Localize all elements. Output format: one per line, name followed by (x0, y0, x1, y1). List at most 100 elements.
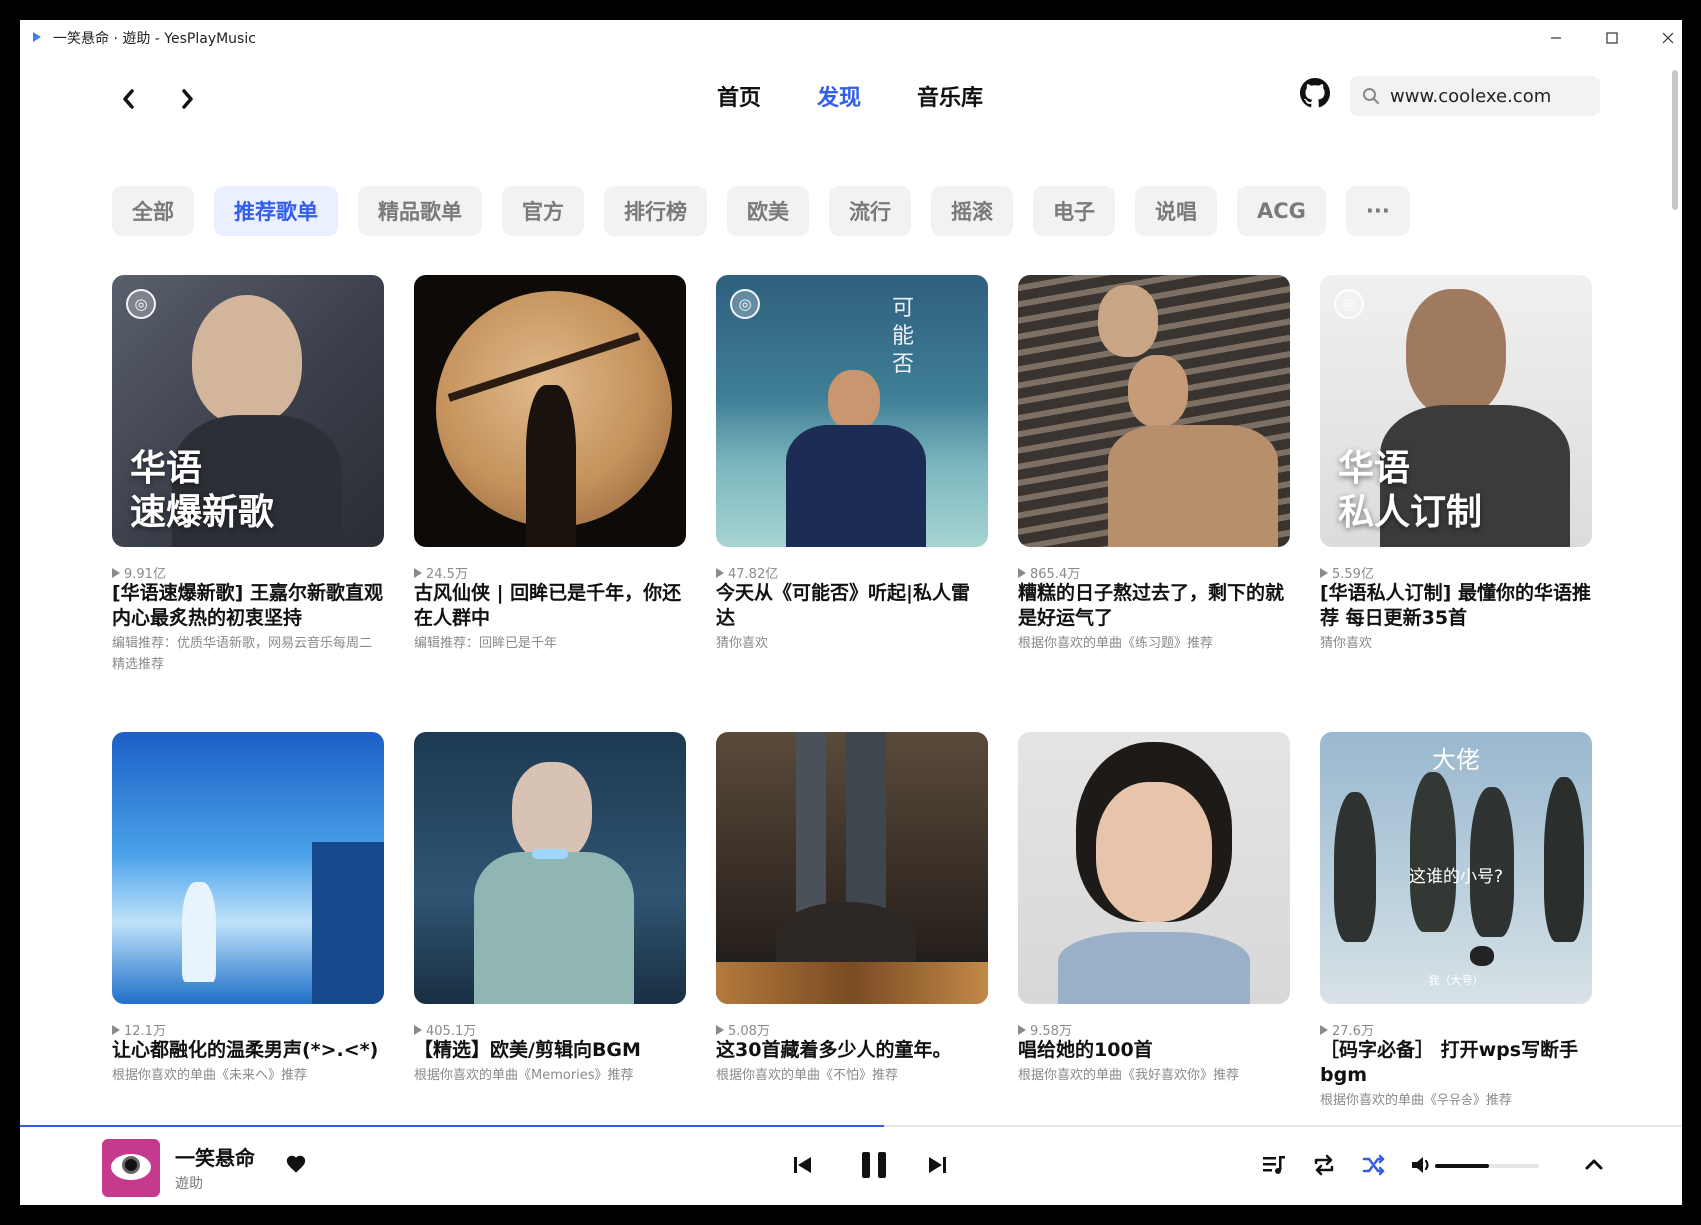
category-premium[interactable]: 精品歌单 (358, 186, 482, 236)
playlist-subtitle: 猜你喜欢 (1320, 636, 1373, 651)
category-rock[interactable]: 摇滚 (931, 186, 1013, 236)
cover-face (1098, 285, 1158, 357)
playlist-title[interactable]: 唱给她的100首 (1018, 1038, 1290, 1063)
play-count-icon (112, 568, 120, 578)
playlist-subtitle: 编辑推荐：回眸已是千年 (414, 636, 558, 651)
playlist-cover[interactable] (414, 275, 686, 547)
github-icon[interactable] (1300, 78, 1330, 108)
scrollbar-thumb[interactable] (1672, 70, 1678, 210)
player-bar: 一笑悬命 遊助 (20, 1127, 1682, 1205)
playlist-card[interactable]: 9.58万 唱给她的100首 根据你喜欢的单曲《我好喜欢你》推荐 (1018, 732, 1290, 1086)
cover-body (1108, 425, 1278, 547)
playlist-cover[interactable] (1018, 732, 1290, 1004)
nav-explore[interactable]: 发现 (817, 80, 861, 112)
volume-slider[interactable] (1435, 1164, 1539, 1168)
playlist-card[interactable]: ◎ 华语 私人订制 5.59亿 [华语私人订制] 最懂你的华语推荐 每日更新35首… (1320, 275, 1592, 654)
playlist-queue-icon[interactable] (1260, 1151, 1288, 1179)
playlist-cover[interactable] (1018, 275, 1290, 547)
play-count-icon (414, 1025, 422, 1035)
playlist-title[interactable]: 【精选】欧美/剪辑向BGM (414, 1038, 686, 1063)
cover-city-lights (716, 962, 988, 1004)
playlist-card[interactable]: 12.1万 让心都融化的温柔男声(*>.<*) 根据你喜欢的单曲《未来へ》推荐 (112, 732, 384, 1086)
volume-slider-fill (1435, 1164, 1490, 1168)
pause-icon[interactable] (852, 1143, 896, 1187)
play-count-icon (1320, 1025, 1328, 1035)
category-more[interactable]: ··· (1345, 186, 1410, 236)
cover-body (1058, 932, 1250, 1004)
playlist-card[interactable]: 24.5万 古风仙侠 | 回眸已是千年，你还在人群中 编辑推荐：回眸已是千年 (414, 275, 686, 654)
category-official[interactable]: 官方 (502, 186, 584, 236)
cover-face (1406, 289, 1506, 417)
playlist-cover[interactable]: ◎ 华语 私人订制 (1320, 275, 1592, 547)
playlist-card[interactable]: 5.08万 这30首藏着多少人的童年。 根据你喜欢的单曲《不怕》推荐 (716, 732, 988, 1086)
cover-penguin (1410, 772, 1456, 932)
nav-library[interactable]: 音乐库 (917, 80, 983, 112)
play-count-icon (112, 1025, 120, 1035)
previous-track-icon[interactable] (785, 1147, 821, 1183)
playlist-card[interactable]: ◎ 华语 速爆新歌 9.91亿 [华语速爆新歌] 王嘉尔新歌直观内心最炙热的初衷坚… (112, 275, 384, 675)
next-track-icon[interactable] (919, 1147, 955, 1183)
playlist-cover[interactable] (112, 732, 384, 1004)
playlist-cover[interactable]: 大佬 这谁的小号? 我（大号） (1320, 732, 1592, 1004)
minimize-icon (1551, 37, 1561, 39)
play-count-icon (1018, 568, 1026, 578)
playlist-title[interactable]: 古风仙侠 | 回眸已是千年，你还在人群中 (414, 581, 686, 631)
playlist-card[interactable]: 865.4万 糟糕的日子熬过去了，剩下的就是好运气了 根据你喜欢的单曲《练习题》… (1018, 275, 1290, 654)
cover-face (1096, 782, 1212, 922)
nav-home[interactable]: 首页 (717, 80, 761, 112)
playlist-card[interactable]: 大佬 这谁的小号? 我（大号） 27.6万 ［码字必备］ 打开wps写断手bgm… (1320, 732, 1592, 1111)
playlist-title[interactable]: 让心都融化的温柔男声(*>.<*) (112, 1038, 384, 1063)
chevron-up-icon[interactable] (1580, 1151, 1608, 1179)
category-recommended[interactable]: 推荐歌单 (214, 186, 338, 236)
play-count: 5.59亿 (1320, 563, 1592, 582)
category-acg[interactable]: ACG (1237, 186, 1326, 236)
netease-logo-icon: ◎ (126, 289, 156, 319)
forward-button[interactable] (173, 88, 203, 118)
maximize-button[interactable] (1594, 26, 1630, 50)
playlist-subtitle: 根据你喜欢的单曲《我好喜欢你》推荐 (1018, 1068, 1240, 1083)
playlist-subtitle: 编辑推荐：优质华语新歌，网易云音乐每周二精选推荐 (112, 636, 373, 672)
cover-body (786, 425, 926, 547)
category-all[interactable]: 全部 (112, 186, 194, 236)
playlist-title[interactable]: ［码字必备］ 打开wps写断手bgm (1320, 1038, 1592, 1088)
playlist-cover[interactable]: 可能否 ◎ (716, 275, 988, 547)
playlist-cover[interactable] (414, 732, 686, 1004)
shuffle-icon[interactable] (1360, 1151, 1388, 1179)
playlist-cover[interactable] (716, 732, 988, 1004)
playlist-title[interactable]: 今天从《可能否》听起|私人雷达 (716, 581, 988, 631)
playlist-title[interactable]: 这30首藏着多少人的童年。 (716, 1038, 988, 1063)
search-input[interactable] (1388, 84, 1592, 108)
close-button[interactable] (1650, 26, 1682, 50)
now-playing-artist[interactable]: 遊助 (175, 1173, 203, 1193)
now-playing-title[interactable]: 一笑悬命 (175, 1142, 255, 1171)
cover-face (828, 370, 880, 430)
volume-icon[interactable] (1408, 1151, 1436, 1179)
cover-overlay-text: 华语 速爆新歌 (130, 448, 275, 533)
play-count-icon (1018, 1025, 1026, 1035)
minimize-button[interactable] (1538, 26, 1574, 50)
cover-collar-light (532, 849, 568, 859)
category-western[interactable]: 欧美 (727, 186, 809, 236)
repeat-icon[interactable] (1310, 1151, 1338, 1179)
search-box[interactable] (1350, 76, 1600, 116)
back-button[interactable] (113, 88, 143, 118)
playlist-title[interactable]: [华语速爆新歌] 王嘉尔新歌直观内心最炙热的初衷坚持 (112, 581, 384, 631)
netease-logo-icon: ◎ (1334, 289, 1364, 319)
category-pop[interactable]: 流行 (829, 186, 911, 236)
playlist-title[interactable]: [华语私人订制] 最懂你的华语推荐 每日更新35首 (1320, 581, 1592, 631)
play-count-icon (1320, 568, 1328, 578)
playlist-card[interactable]: 405.1万 【精选】欧美/剪辑向BGM 根据你喜欢的单曲《Memories》推… (414, 732, 686, 1086)
heart-icon[interactable] (285, 1153, 307, 1175)
category-electronic[interactable]: 电子 (1033, 186, 1115, 236)
playlist-card[interactable]: 可能否 ◎ 47.82亿 今天从《可能否》听起|私人雷达 猜你喜欢 (716, 275, 988, 654)
playlist-title[interactable]: 糟糕的日子熬过去了，剩下的就是好运气了 (1018, 581, 1290, 631)
cover-vertical-text: 可能否 (891, 296, 914, 377)
playlist-cover[interactable]: ◎ 华语 速爆新歌 (112, 275, 384, 547)
now-playing-cover[interactable] (102, 1139, 160, 1197)
chevron-right-icon (182, 89, 193, 109)
category-rap[interactable]: 说唱 (1135, 186, 1217, 236)
play-count: 27.6万 (1320, 1020, 1592, 1039)
playlist-subtitle: 根据你喜欢的单曲《不怕》推荐 (716, 1068, 899, 1083)
cover-face (1128, 355, 1188, 427)
category-charts[interactable]: 排行榜 (604, 186, 707, 236)
